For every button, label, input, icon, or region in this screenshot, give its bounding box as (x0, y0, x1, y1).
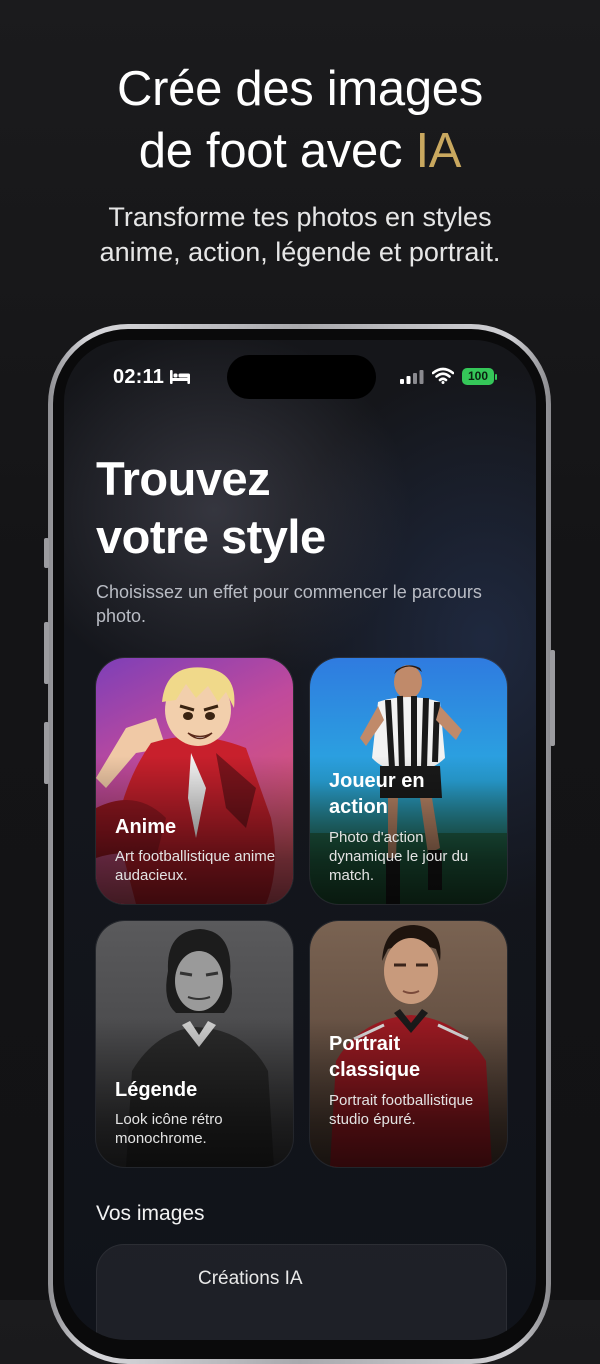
promo-title-accent: IA (415, 124, 462, 178)
style-card-title: Anime (115, 816, 177, 838)
cellular-signal-icon (400, 370, 424, 384)
volume-up-button (44, 622, 49, 684)
ai-creations-label: Créations IA (198, 1268, 303, 1289)
promo-title: Crée des images de foot avec IA (0, 58, 600, 182)
wifi-icon (432, 367, 454, 384)
dynamic-island (227, 355, 376, 399)
style-card-description: Art footballistique anime audacieux. (115, 848, 276, 884)
promo-subtitle-line2: anime, action, légende et portrait. (99, 237, 501, 267)
promo-subtitle: Transforme tes photos en styles anime, a… (0, 200, 600, 270)
style-card-title: Joueur en action (329, 770, 425, 818)
bed-icon (170, 370, 190, 384)
action-button (44, 538, 49, 568)
volume-down-button (44, 722, 49, 784)
page-title-line1: Trouvez (96, 452, 271, 505)
app-screen: 02:11 100 Trouvez votre style Choisissez… (64, 340, 536, 1340)
style-card-legend[interactable]: Légende Look icône rétro monochrome. (95, 920, 294, 1168)
your-images-heading: Vos images (96, 1202, 205, 1225)
battery-indicator: 100 (462, 368, 497, 385)
style-card-description: Portrait footballistique studio épuré. (329, 1092, 474, 1128)
promo-subtitle-line1: Transforme tes photos en styles (108, 202, 492, 232)
style-card-action[interactable]: Joueur en action Photo d'action dynamiqu… (309, 657, 508, 905)
status-time: 02:11 (113, 366, 165, 388)
style-card-anime[interactable]: Anime Art footballistique anime audacieu… (95, 657, 294, 905)
style-card-portrait[interactable]: Portrait classique Portrait footballisti… (309, 920, 508, 1168)
style-card-title: Portrait classique (329, 1033, 421, 1081)
page-title: Trouvez votre style (96, 450, 516, 566)
style-card-description: Photo d'action dynamique le jour du matc… (329, 829, 469, 884)
page-subtitle: Choisissez un effet pour commencer le pa… (96, 582, 482, 626)
ai-creations-panel[interactable] (96, 1244, 507, 1340)
power-button (550, 650, 555, 746)
promo-title-line2: de foot avec IA (0, 120, 600, 182)
page-title-line2: votre style (96, 510, 326, 563)
style-card-description: Look icône rétro monochrome. (115, 1111, 223, 1147)
promo-title-line1: Crée des images (117, 62, 483, 116)
style-card-title: Légende (115, 1079, 198, 1101)
promo-title-line2-prefix: de foot avec (138, 124, 416, 178)
